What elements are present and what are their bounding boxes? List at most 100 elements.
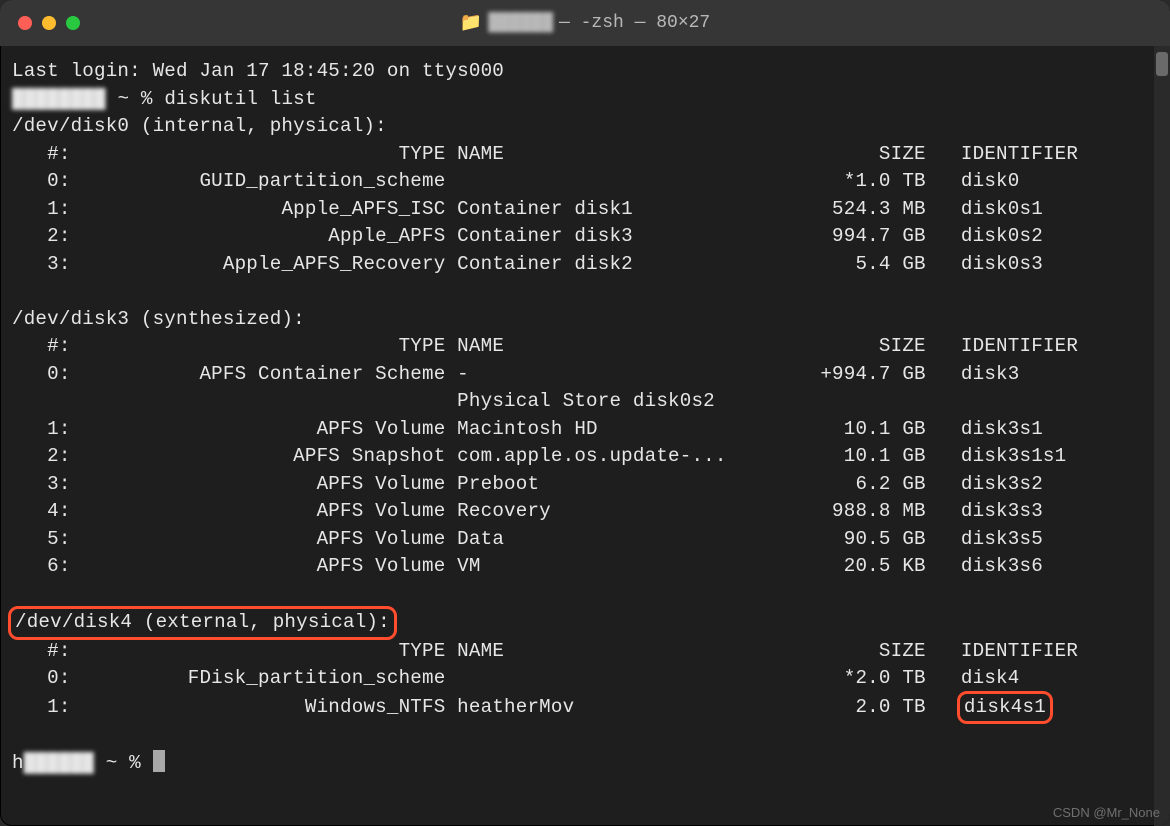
col-type: TYPE [82, 143, 457, 165]
table-row: Physical Store disk0s2 [8, 388, 1162, 416]
cell-id: disk0s2 [961, 225, 1043, 247]
table-row: 5: APFS Volume Data 90.5 GB disk3s5 [8, 526, 1162, 554]
cell-id: disk3s1s1 [961, 445, 1066, 467]
cell-idx: 2: [12, 225, 82, 247]
folder-icon: 📁 [460, 12, 482, 34]
cell-idx [12, 390, 82, 412]
table-row: 1: Apple_APFS_ISC Container disk1 524.3 … [8, 196, 1162, 224]
cell-type: GUID_partition_scheme [82, 170, 457, 192]
cell-size: 2.0 TB [797, 696, 926, 718]
cell-size: 6.2 GB [797, 473, 926, 495]
cell-type: APFS Volume [82, 418, 457, 440]
cell-size: 988.8 MB [797, 500, 926, 522]
disk-header: /dev/disk3 (synthesized): [12, 308, 305, 330]
cell-id: disk3s6 [961, 555, 1043, 577]
cell-size: *1.0 TB [797, 170, 926, 192]
cell-size: *2.0 TB [797, 667, 926, 689]
col-size: SIZE [797, 335, 926, 357]
cell-idx: 0: [12, 667, 82, 689]
cell-id: disk3s2 [961, 473, 1043, 495]
cell-name: heatherMov [457, 696, 797, 718]
cell-id: disk0 [961, 170, 1020, 192]
table-row: 6: APFS Volume VM 20.5 KB disk3s6 [8, 553, 1162, 581]
table-row: 0: GUID_partition_scheme *1.0 TB disk0 [8, 168, 1162, 196]
cell-id: disk4s1 [957, 691, 1053, 725]
table-row: 3: APFS Volume Preboot 6.2 GB disk3s2 [8, 471, 1162, 499]
cell-idx: 1: [12, 418, 82, 440]
cell-idx: 6: [12, 555, 82, 577]
cell-idx: 3: [12, 473, 82, 495]
window-title: 📁 ██████ — -zsh — 80×27 [0, 12, 1170, 34]
login-line: Last login: Wed Jan 17 18:45:20 on ttys0… [12, 60, 504, 82]
cell-size: 10.1 GB [797, 445, 926, 467]
cell-type: APFS Volume [82, 500, 457, 522]
cell-name: Preboot [457, 473, 797, 495]
col-type: TYPE [82, 335, 457, 357]
cell-type: Apple_APFS_Recovery [82, 253, 457, 275]
table-row: 4: APFS Volume Recovery 988.8 MB disk3s3 [8, 498, 1162, 526]
cell-name: Physical Store disk0s2 [457, 390, 797, 412]
cell-name: com.apple.os.update-... [457, 445, 797, 467]
cell-name [457, 170, 797, 192]
cell-id: disk0s1 [961, 198, 1043, 220]
prompt-user: h [12, 752, 24, 774]
table-row: 2: Apple_APFS Container disk3 994.7 GB d… [8, 223, 1162, 251]
cell-type: APFS Container Scheme [82, 363, 457, 385]
table-row: 2: APFS Snapshot com.apple.os.update-...… [8, 443, 1162, 471]
cell-idx: 1: [12, 198, 82, 220]
cell-size: 90.5 GB [797, 528, 926, 550]
cell-id: disk3s3 [961, 500, 1043, 522]
title-text: — -zsh — 80×27 [559, 13, 710, 33]
col-name: NAME [457, 335, 797, 357]
cell-name: Macintosh HD [457, 418, 797, 440]
table-row: 0: FDisk_partition_scheme *2.0 TB disk4 [8, 665, 1162, 693]
cell-size: 994.7 GB [797, 225, 926, 247]
col-type: TYPE [82, 640, 457, 662]
prompt-host: ██████ [24, 752, 94, 774]
title-host: ██████ [488, 13, 553, 33]
scrollbar-thumb[interactable] [1156, 52, 1168, 76]
prompt-path: ~ % [106, 752, 141, 774]
cell-idx: 0: [12, 363, 82, 385]
prompt-path: ~ % [117, 88, 152, 110]
col-size: SIZE [797, 143, 926, 165]
cell-type: FDisk_partition_scheme [82, 667, 457, 689]
terminal-window: 📁 ██████ — -zsh — 80×27 Last login: Wed … [0, 0, 1170, 826]
cell-size: 10.1 GB [797, 418, 926, 440]
cell-name: Container disk3 [457, 225, 797, 247]
cell-name: VM [457, 555, 797, 577]
cell-type: Apple_APFS [82, 225, 457, 247]
disk-header: /dev/disk4 (external, physical): [8, 606, 397, 640]
table-row: 0: APFS Container Scheme - +994.7 GB dis… [8, 361, 1162, 389]
cell-name: - [457, 363, 797, 385]
command: diskutil list [164, 88, 316, 110]
cell-id: disk3 [961, 363, 1020, 385]
cell-id: disk4 [961, 667, 1020, 689]
cell-id: disk0s3 [961, 253, 1043, 275]
cell-name: Container disk1 [457, 198, 797, 220]
cell-type [82, 390, 457, 412]
table-row: 3: Apple_APFS_Recovery Container disk2 5… [8, 251, 1162, 279]
cell-idx: 4: [12, 500, 82, 522]
cell-name: Container disk2 [457, 253, 797, 275]
cell-size: 524.3 MB [797, 198, 926, 220]
scrollbar[interactable] [1154, 46, 1170, 826]
cell-size: 20.5 KB [797, 555, 926, 577]
cell-id: disk3s5 [961, 528, 1043, 550]
col-size: SIZE [797, 640, 926, 662]
cell-type: APFS Volume [82, 555, 457, 577]
col-id: IDENTIFIER [961, 335, 1078, 357]
cell-size: 5.4 GB [797, 253, 926, 275]
table-row: 1: APFS Volume Macintosh HD 10.1 GB disk… [8, 416, 1162, 444]
col-idx: #: [12, 640, 82, 662]
col-id: IDENTIFIER [961, 143, 1078, 165]
cell-idx: 0: [12, 170, 82, 192]
cell-idx: 3: [12, 253, 82, 275]
col-idx: #: [12, 335, 82, 357]
cell-type: Windows_NTFS [82, 696, 457, 718]
prompt-user: ████████ [12, 88, 106, 110]
cursor [153, 750, 165, 772]
cell-idx: 1: [12, 696, 82, 718]
cell-type: Apple_APFS_ISC [82, 198, 457, 220]
terminal-body[interactable]: Last login: Wed Jan 17 18:45:20 on ttys0… [0, 46, 1170, 785]
